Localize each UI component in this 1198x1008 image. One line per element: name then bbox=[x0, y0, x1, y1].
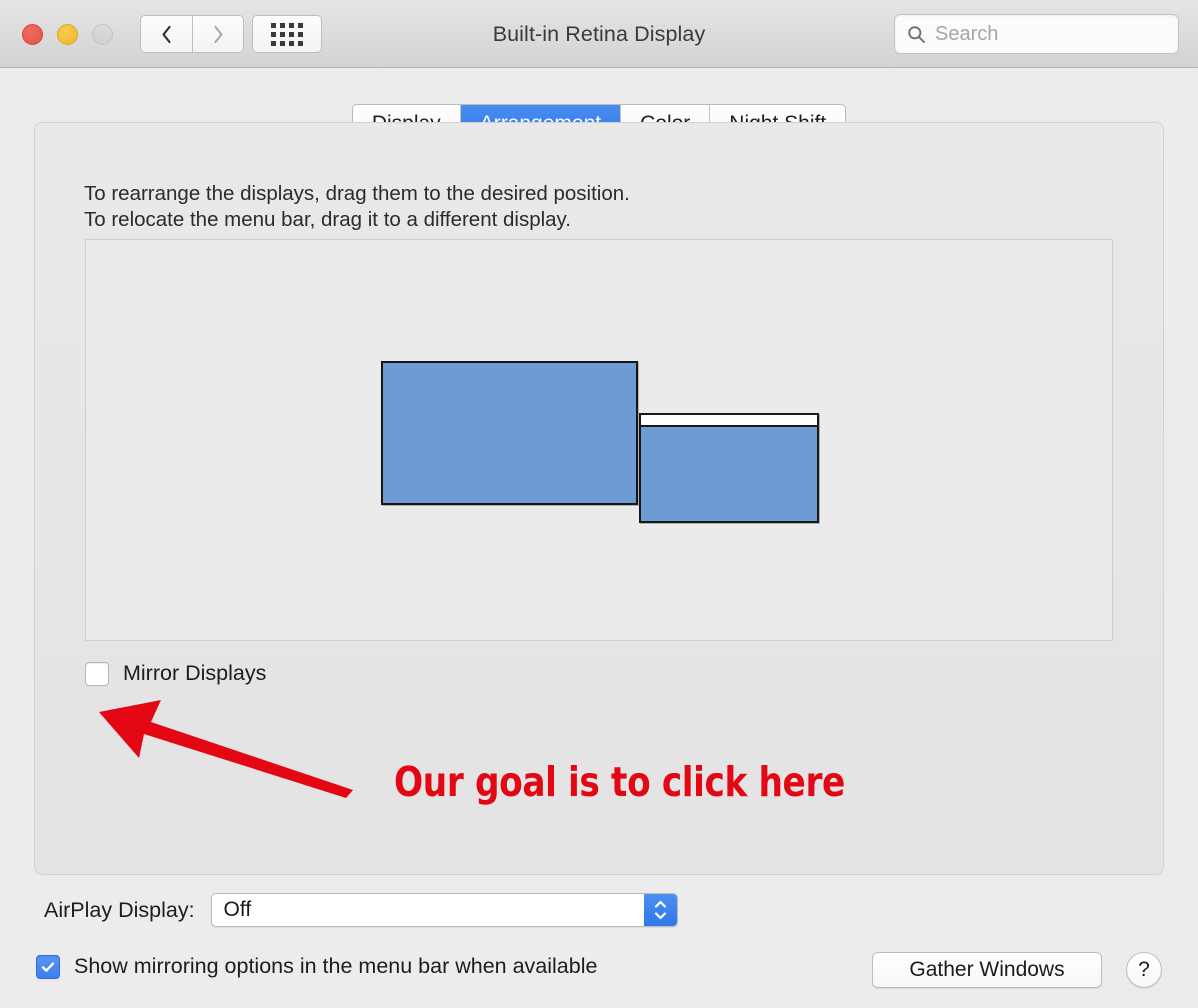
system-preferences-window: Built-in Retina Display Display Arrangem… bbox=[0, 0, 1198, 1008]
mirror-displays-row[interactable]: Mirror Displays bbox=[85, 661, 266, 686]
chevron-updown-icon[interactable] bbox=[643, 894, 677, 926]
airplay-display-label: AirPlay Display: bbox=[44, 897, 195, 922]
gather-windows-button[interactable]: Gather Windows bbox=[872, 952, 1102, 988]
airplay-display-value: Off bbox=[223, 898, 252, 921]
airplay-display-popup[interactable]: Off bbox=[210, 893, 678, 927]
checkmark-icon bbox=[41, 961, 55, 972]
mirror-displays-checkbox[interactable] bbox=[85, 661, 109, 686]
annotation-text: Our goal is to click here bbox=[394, 758, 845, 806]
instructions-line-2: To relocate the menu bar, drag it to a d… bbox=[84, 208, 571, 231]
display-thumbnail-main[interactable] bbox=[381, 361, 638, 505]
menu-bar-strip[interactable] bbox=[641, 415, 817, 427]
search-icon bbox=[908, 25, 925, 43]
display-thumbnail-secondary[interactable] bbox=[639, 413, 819, 523]
airplay-display-row: AirPlay Display: Off bbox=[44, 893, 678, 927]
show-mirroring-row[interactable]: Show mirroring options in the menu bar w… bbox=[36, 954, 597, 979]
display-arrangement-canvas[interactable] bbox=[85, 239, 1113, 641]
instructions-line-1: To rearrange the displays, drag them to … bbox=[84, 182, 630, 205]
mirror-displays-label: Mirror Displays bbox=[123, 661, 267, 685]
window-titlebar: Built-in Retina Display bbox=[0, 0, 1198, 68]
show-mirroring-checkbox[interactable] bbox=[36, 954, 60, 979]
instructions-text: To rearrange the displays, drag them to … bbox=[84, 181, 630, 233]
search-input[interactable] bbox=[935, 22, 1155, 46]
search-field[interactable] bbox=[894, 14, 1179, 54]
show-mirroring-label: Show mirroring options in the menu bar w… bbox=[74, 954, 598, 978]
red-arrow-annotation bbox=[99, 700, 353, 798]
help-button[interactable]: ? bbox=[1126, 952, 1162, 988]
